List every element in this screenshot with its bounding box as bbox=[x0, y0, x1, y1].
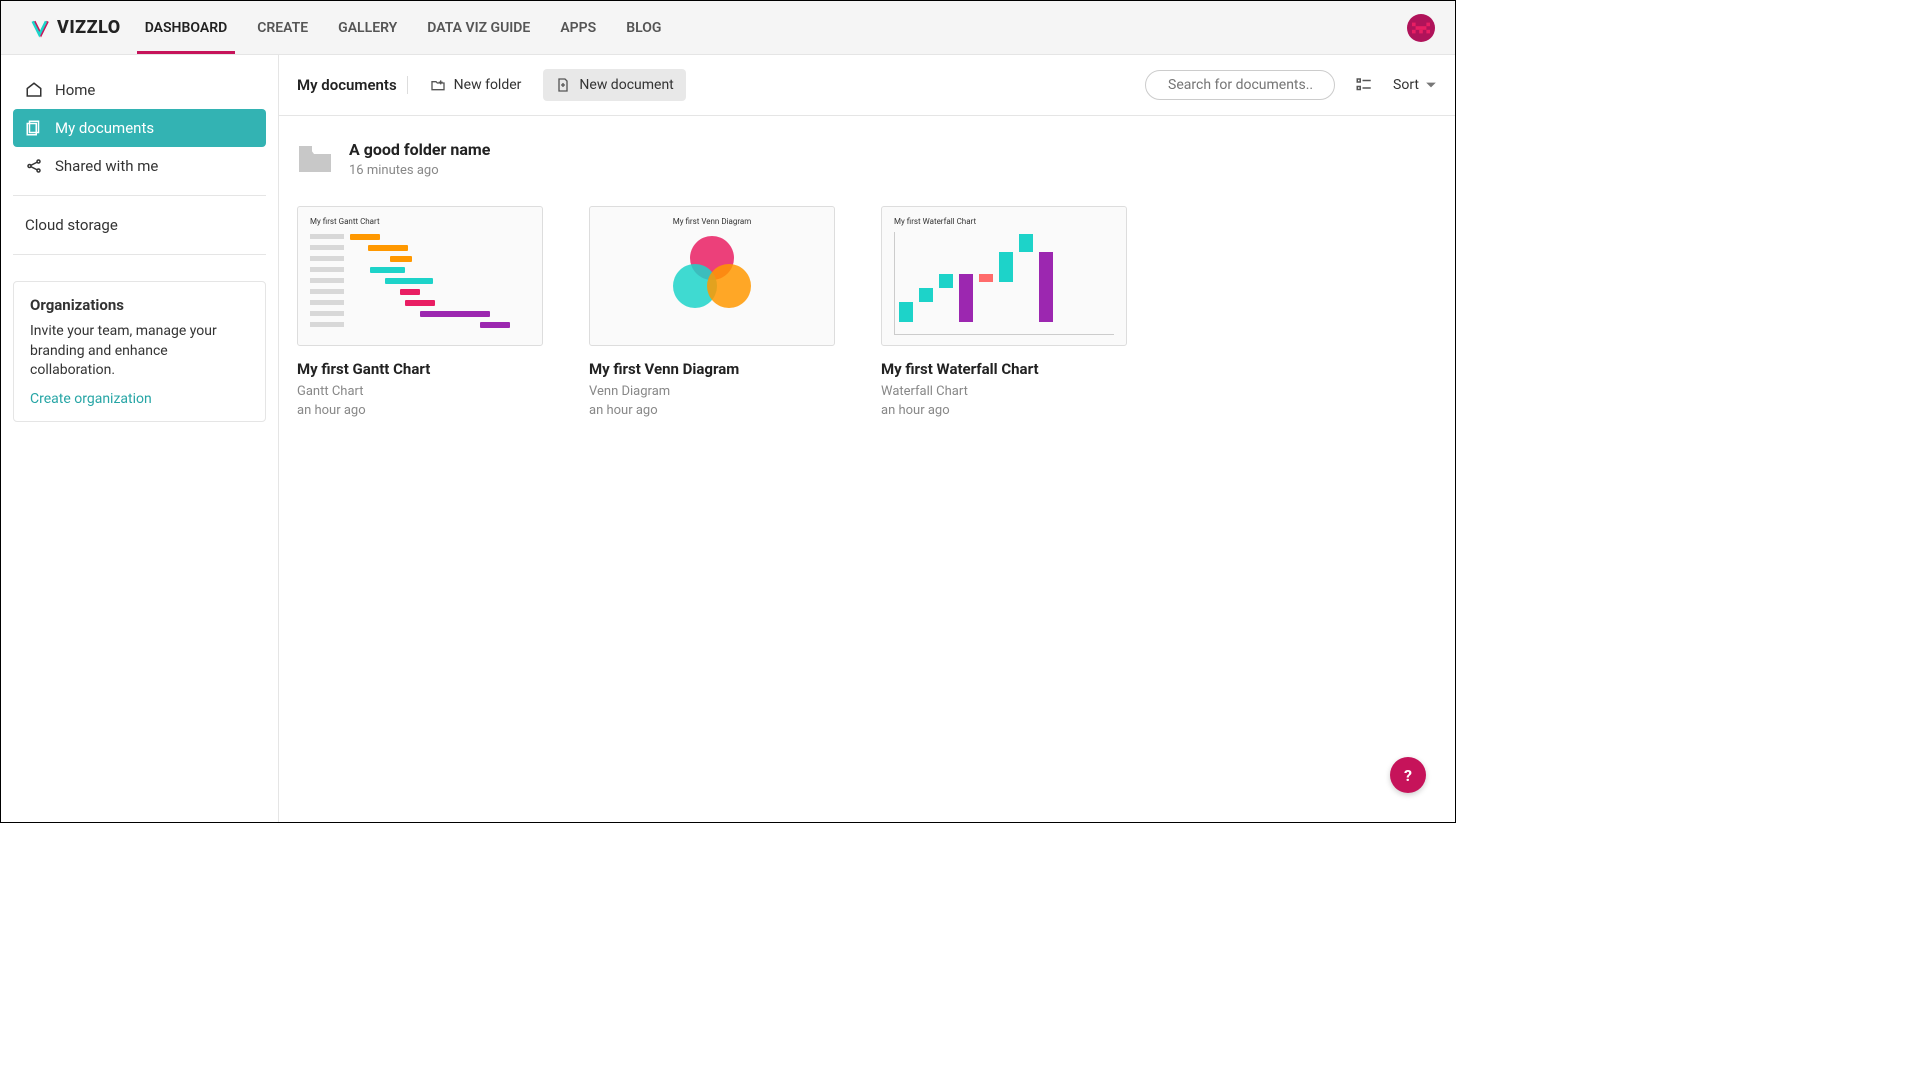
folder-time: 16 minutes ago bbox=[349, 163, 490, 178]
folder-item[interactable]: A good folder name 16 minutes ago bbox=[297, 140, 1437, 178]
document-card[interactable]: My first Gantt Chart My first Gantt Char bbox=[297, 206, 543, 418]
organizations-title: Organizations bbox=[30, 296, 249, 314]
card-time: an hour ago bbox=[881, 403, 1127, 418]
app-window: VIZZLO DASHBOARD CREATE GALLERY DATA VIZ… bbox=[0, 0, 1456, 823]
organizations-description: Invite your team, manage your branding a… bbox=[30, 322, 249, 381]
sidebar-item-label: My documents bbox=[55, 119, 154, 137]
organizations-box: Organizations Invite your team, manage y… bbox=[13, 281, 266, 422]
nav-create[interactable]: CREATE bbox=[257, 2, 308, 54]
breadcrumb[interactable]: My documents bbox=[297, 76, 408, 94]
logo-icon bbox=[31, 18, 51, 38]
card-type: Waterfall Chart bbox=[881, 384, 1127, 399]
card-time: an hour ago bbox=[297, 403, 543, 418]
sidebar-separator bbox=[13, 254, 266, 255]
document-cards: My first Gantt Chart My first Gantt Char bbox=[297, 206, 1437, 418]
help-button[interactable]: ? bbox=[1390, 757, 1426, 793]
folder-name: A good folder name bbox=[349, 140, 490, 159]
sidebar-item-home[interactable]: Home bbox=[13, 71, 266, 109]
sidebar: Home My documents Shared with me Cloud s… bbox=[1, 55, 279, 822]
document-thumbnail: My first Venn Diagram bbox=[589, 206, 835, 346]
document-card[interactable]: My first Waterfall Chart bbox=[881, 206, 1127, 418]
document-card[interactable]: My first Venn Diagram My first Venn Diag… bbox=[589, 206, 835, 418]
new-document-icon bbox=[555, 77, 571, 93]
thumb-title: My first Waterfall Chart bbox=[894, 217, 1114, 226]
card-time: an hour ago bbox=[589, 403, 835, 418]
help-icon: ? bbox=[1404, 766, 1412, 785]
main: My documents New folder New document Sor… bbox=[279, 55, 1455, 822]
nav-dataviz[interactable]: DATA VIZ GUIDE bbox=[427, 2, 530, 54]
document-thumbnail: My first Gantt Chart bbox=[297, 206, 543, 346]
body: Home My documents Shared with me Cloud s… bbox=[1, 55, 1455, 822]
sidebar-item-my-documents[interactable]: My documents bbox=[13, 109, 266, 147]
create-organization-link[interactable]: Create organization bbox=[30, 391, 249, 407]
sidebar-item-cloud-storage[interactable]: Cloud storage bbox=[13, 206, 266, 244]
sort-button[interactable]: Sort bbox=[1393, 77, 1437, 93]
search-box[interactable] bbox=[1145, 70, 1335, 100]
thumb-title: My first Venn Diagram bbox=[673, 217, 752, 226]
new-document-button[interactable]: New document bbox=[543, 69, 685, 101]
new-folder-button[interactable]: New folder bbox=[418, 69, 534, 101]
sidebar-item-label: Shared with me bbox=[55, 157, 158, 175]
chevron-down-icon bbox=[1425, 79, 1437, 91]
top-nav: DASHBOARD CREATE GALLERY DATA VIZ GUIDE … bbox=[145, 2, 1407, 54]
document-thumbnail: My first Waterfall Chart bbox=[881, 206, 1127, 346]
share-icon bbox=[25, 157, 43, 175]
home-icon bbox=[25, 81, 43, 99]
card-title: My first Gantt Chart bbox=[297, 360, 543, 378]
search-input[interactable] bbox=[1168, 77, 1346, 93]
nav-blog[interactable]: BLOG bbox=[626, 2, 661, 54]
logo-text: VIZZLO bbox=[57, 17, 121, 38]
new-folder-icon bbox=[430, 77, 446, 93]
card-type: Venn Diagram bbox=[589, 384, 835, 399]
nav-apps[interactable]: APPS bbox=[560, 2, 596, 54]
new-folder-label: New folder bbox=[454, 77, 522, 93]
sort-label: Sort bbox=[1393, 77, 1419, 93]
card-title: My first Venn Diagram bbox=[589, 360, 835, 378]
avatar-icon bbox=[1412, 19, 1430, 37]
content: A good folder name 16 minutes ago My fir… bbox=[279, 116, 1455, 442]
documents-icon bbox=[25, 119, 43, 137]
folder-icon bbox=[297, 144, 333, 174]
toolbar: My documents New folder New document Sor… bbox=[279, 55, 1455, 116]
sidebar-item-shared[interactable]: Shared with me bbox=[13, 147, 266, 185]
card-title: My first Waterfall Chart bbox=[881, 360, 1127, 378]
view-toggle-icon[interactable] bbox=[1355, 76, 1373, 94]
new-document-label: New document bbox=[579, 77, 673, 93]
logo[interactable]: VIZZLO bbox=[31, 17, 121, 38]
thumb-title: My first Gantt Chart bbox=[310, 217, 530, 226]
topbar: VIZZLO DASHBOARD CREATE GALLERY DATA VIZ… bbox=[1, 1, 1455, 55]
card-type: Gantt Chart bbox=[297, 384, 543, 399]
avatar[interactable] bbox=[1407, 14, 1435, 42]
sidebar-item-label: Home bbox=[55, 81, 95, 99]
nav-dashboard[interactable]: DASHBOARD bbox=[145, 2, 228, 54]
sidebar-separator bbox=[13, 195, 266, 196]
nav-gallery[interactable]: GALLERY bbox=[338, 2, 397, 54]
